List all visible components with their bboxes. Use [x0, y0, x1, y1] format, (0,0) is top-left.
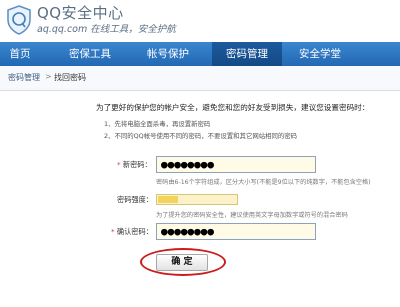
tip-item: 1、先将电脑全面杀毒，再设置新密码	[104, 120, 211, 128]
confirm-password-label-text: 确认密码：	[116, 227, 153, 236]
confirm-password-label: * 确认密码：	[111, 227, 153, 237]
new-password-label-text: 新密码：	[122, 160, 152, 169]
site-subtitle: aq.qq.com 在线工具，安全护航	[37, 24, 176, 35]
breadcrumb-current: 找回密码	[54, 73, 86, 82]
site-title: QQ安全中心	[37, 4, 124, 22]
nav-password-management[interactable]: 密码管理	[212, 42, 282, 66]
required-mark: *	[117, 160, 121, 169]
password-strength-meter	[156, 194, 238, 205]
intro-text: 为了更好的保护您的帐户安全，避免您和您的好友受到损失，建议您设置密码时：	[96, 103, 370, 112]
breadcrumb-parent[interactable]: 密码管理	[8, 72, 40, 83]
required-mark: *	[111, 227, 115, 236]
nav-home[interactable]: 首页	[0, 42, 40, 66]
new-password-label: * 新密码：	[117, 160, 152, 170]
strength-hint: 为了提升您的密码安全性，建议使用英文字母加数字或符号的混合密码	[156, 212, 348, 219]
new-password-hint: 密码由6-16个字符组成，区分大小写(不能是9位以下的纯数字，不能包含空格)	[156, 179, 371, 186]
nav-security-school[interactable]: 安全学堂	[290, 42, 350, 66]
strength-label: 密码强度：	[117, 195, 153, 204]
main-nav: 首页 密保工具 帐号保护 密码管理 安全学堂	[0, 42, 400, 66]
qq-shield-icon	[7, 5, 31, 35]
nav-account-protection[interactable]: 帐号保护	[140, 42, 196, 66]
page-header: QQ安全中心 aq.qq.com 在线工具，安全护航	[0, 0, 400, 42]
breadcrumb: 密码管理 > 找回密码	[0, 66, 400, 91]
strength-level-fill	[158, 196, 178, 203]
breadcrumb-separator: >	[45, 72, 52, 81]
nav-security-tools[interactable]: 密保工具	[62, 42, 118, 66]
new-password-input[interactable]: ●●●●●●●●	[156, 156, 316, 173]
tip-item: 2、不同的QQ帐号使用不同的密码，不要设置和其它网站相同的密码	[104, 132, 298, 140]
highlight-circle	[140, 248, 226, 276]
confirm-password-input[interactable]: ●●●●●●●●	[156, 223, 316, 240]
